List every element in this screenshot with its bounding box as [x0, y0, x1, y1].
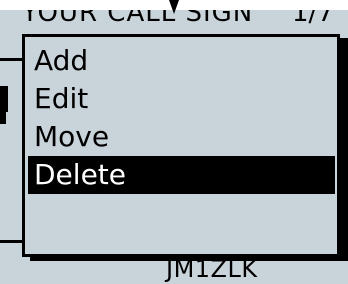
radio-display: YOUR CALL SIGN 1/7 JM1ZLK Add Edit Move … — [0, 10, 348, 284]
menu-item-add[interactable]: Add — [28, 42, 335, 80]
background-divider — [0, 240, 22, 243]
quick-menu: Add Edit Move Delete — [22, 34, 340, 257]
footer-callsign: JM1ZLK — [166, 255, 258, 283]
menu-item-edit[interactable]: Edit — [28, 80, 335, 118]
down-arrow-pointer-icon — [169, 0, 179, 14]
background-row-marker — [0, 108, 6, 124]
menu-item-move[interactable]: Move — [28, 118, 335, 156]
menu-item-delete[interactable]: Delete — [28, 156, 335, 194]
screen-title: YOUR CALL SIGN — [22, 10, 254, 28]
page-indicator: 1/7 — [292, 10, 334, 28]
background-divider — [0, 58, 22, 61]
